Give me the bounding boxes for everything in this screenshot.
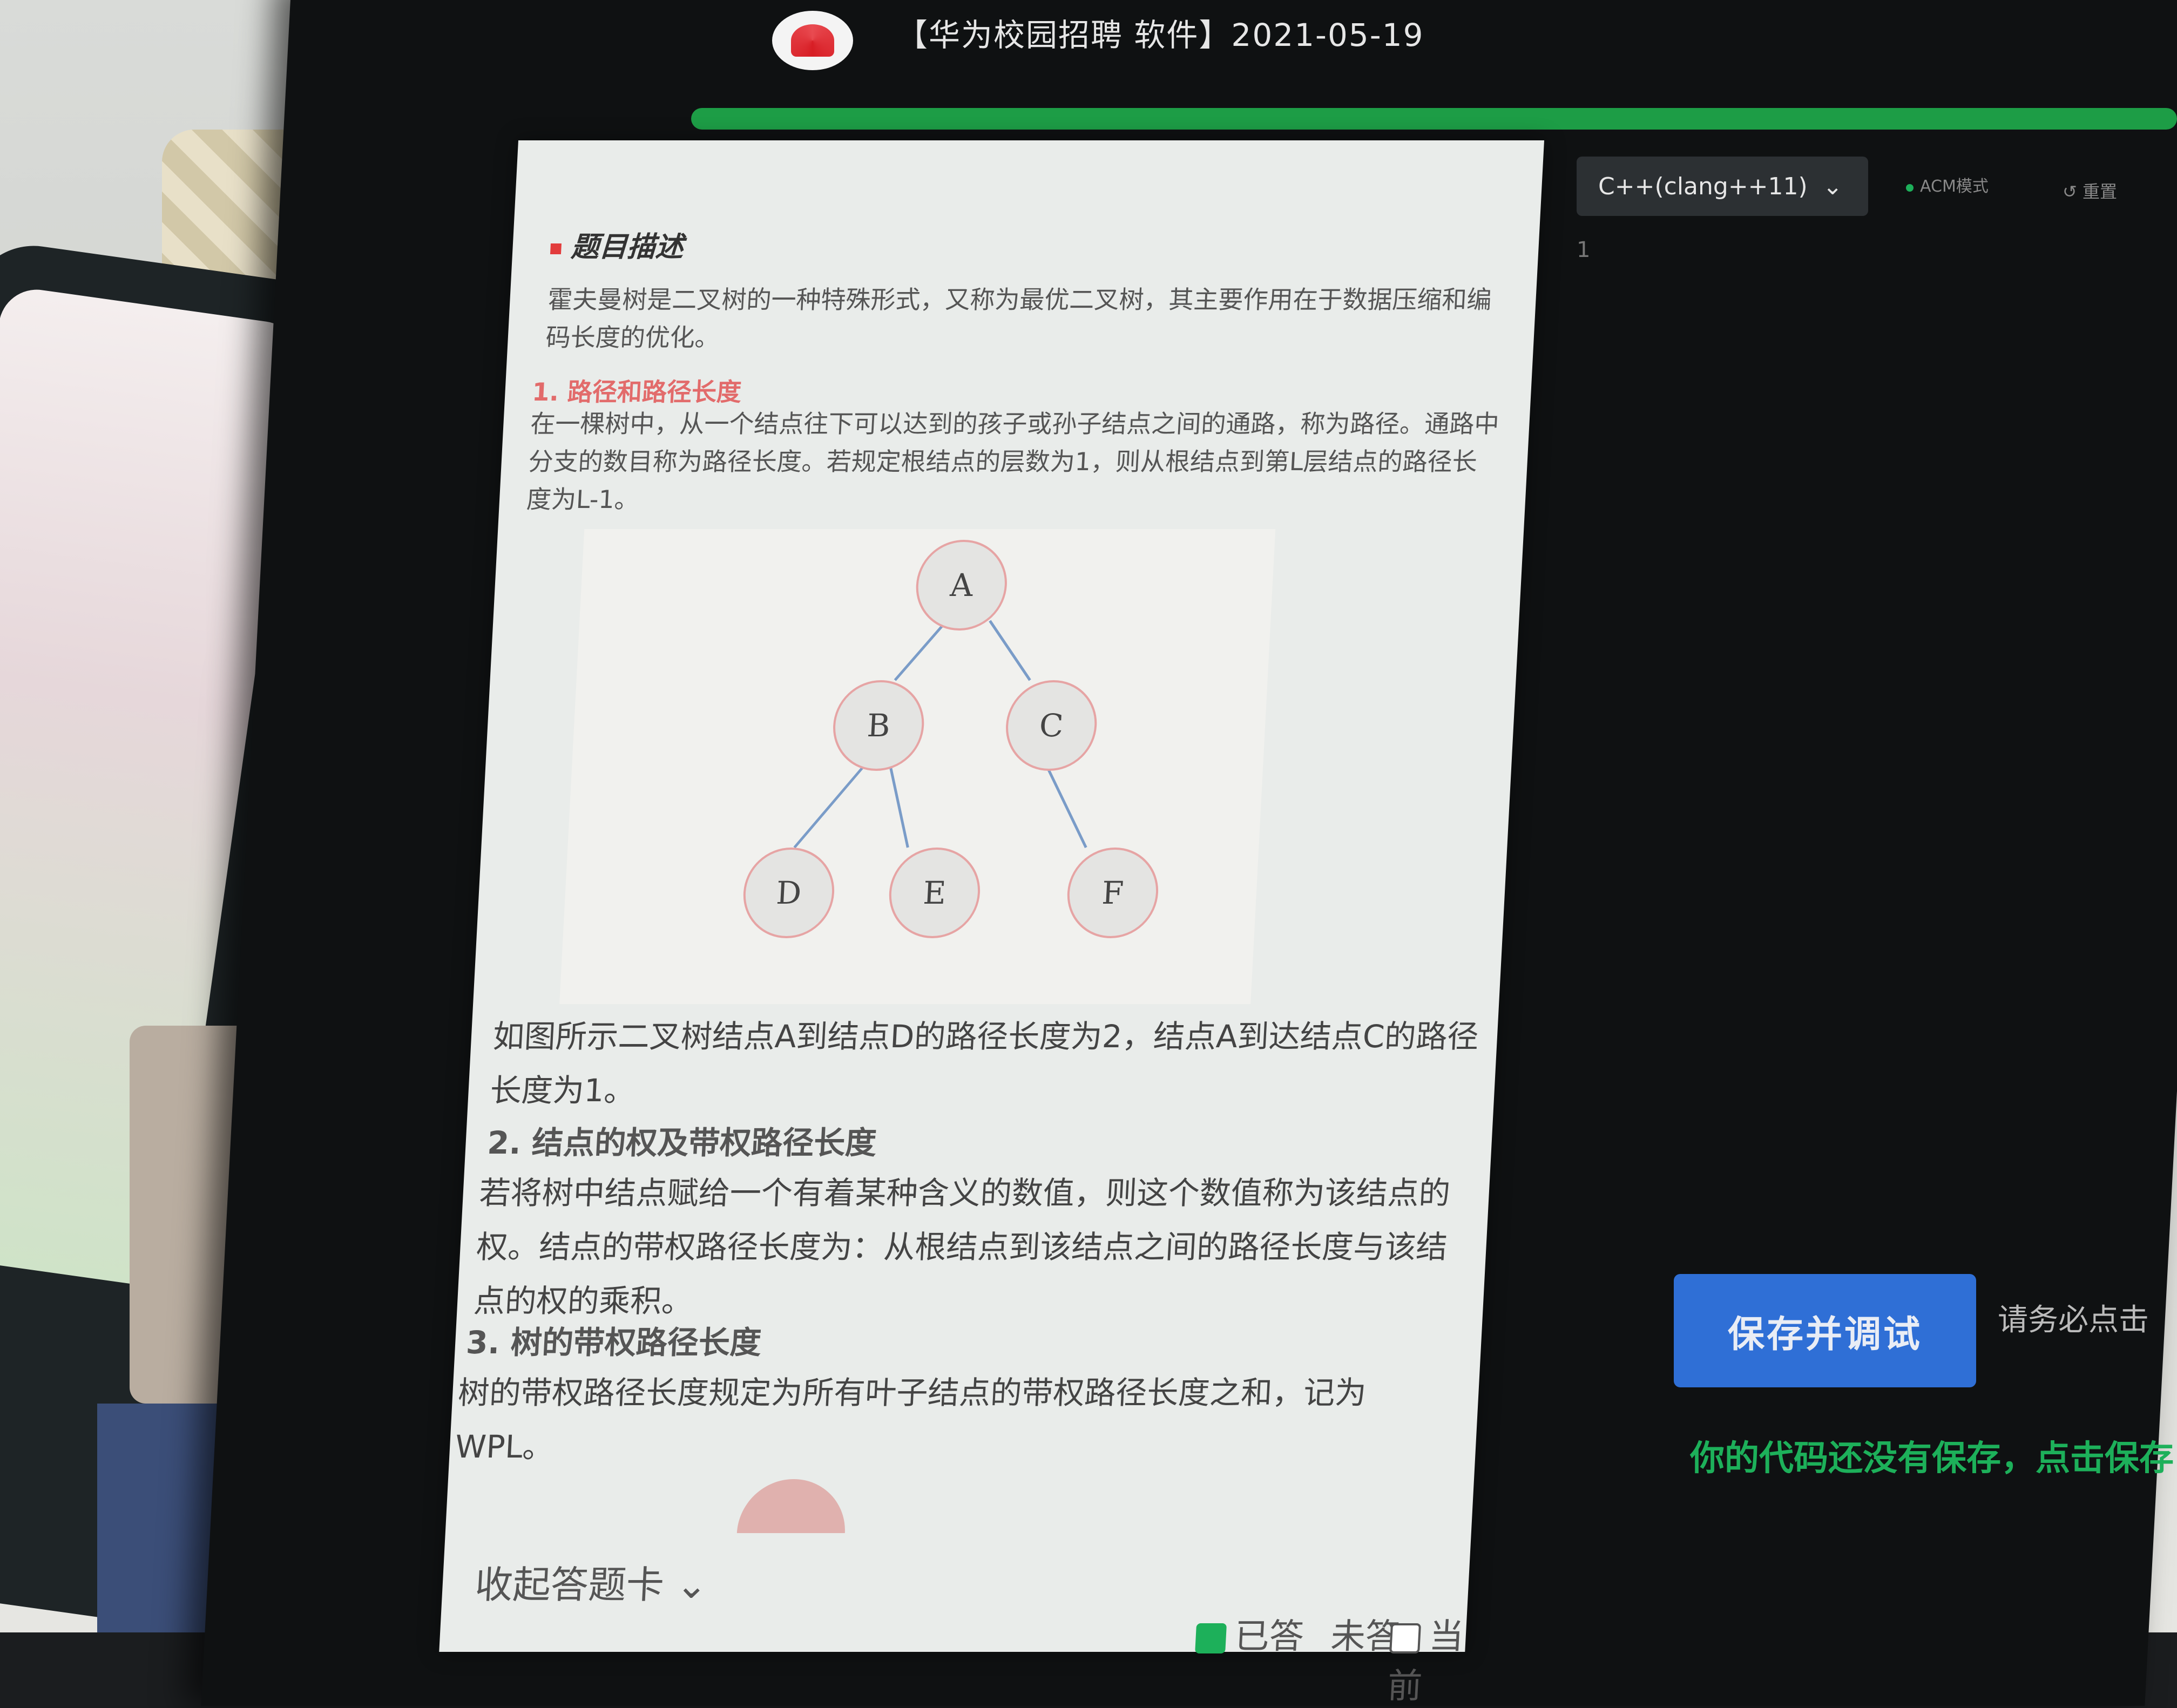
intro-paragraph: 霍夫曼树是二叉树的一种特殊形式，又称为最优二叉树，其主要作用在于数据压缩和编码长… [545, 285, 1492, 352]
legend-answered: 已答 [1195, 1609, 1306, 1658]
heading-weight: 2. 结点的权及带权路径长度 [486, 1124, 878, 1161]
chevron-down-icon: ⌄ [1822, 172, 1843, 200]
example-paragraph: 如图所示二叉树结点A到结点D的路径长度为2，结点A到达结点C的路径长度为1。 [489, 1018, 1480, 1109]
save-and-debug-button[interactable]: 保存并调试 [1674, 1274, 1976, 1387]
answered-swatch-icon [1195, 1623, 1227, 1654]
section-title: 题目描述 [550, 224, 685, 265]
scroll-up-handle[interactable] [736, 1479, 848, 1533]
heading-path: 1. 路径和路径长度 [531, 377, 742, 406]
legend-answered-label: 已答 [1233, 1617, 1305, 1657]
current-swatch-icon [1389, 1623, 1422, 1654]
path-paragraph: 在一棵树中，从一个结点往下可以达到的孩子或孙子结点之间的通路，称为路径。通路中分… [525, 409, 1500, 514]
hint-text: 请务必点击 [1998, 1303, 2149, 1338]
language-select[interactable]: C++(clang++11) ⌄ [1577, 157, 1868, 216]
reset-label: 重置 [2082, 181, 2117, 202]
wpl-paragraph: 树的带权路径长度规定为所有叶子结点的带权路径长度之和，记为WPL。 [454, 1374, 1368, 1465]
legend-current: 当前 [1387, 1609, 1468, 1708]
section-title-text: 题目描述 [570, 231, 685, 263]
language-select-value: C++(clang++11) [1598, 172, 1808, 200]
huawei-logo-icon [772, 11, 853, 70]
acm-mode-indicator[interactable]: ACM模式 [1906, 173, 1989, 196]
progress-fill [691, 108, 2177, 130]
acm-mode-label: ACM模式 [1920, 177, 1989, 196]
binary-tree-diagram: A B C D E F [559, 529, 1276, 1004]
status-dot-icon [1906, 184, 1914, 192]
unsaved-warning: 你的代码还没有保存，点击保存 [1690, 1439, 2174, 1479]
problem-panel: 题目描述 霍夫曼树是二叉树的一种特殊形式，又称为最优二叉树，其主要作用在于数据压… [439, 140, 1544, 1706]
heading-wpl: 3. 树的带权路径长度 [465, 1324, 762, 1361]
weight-paragraph: 若将树中结点赋给一个有着某种含义的数值，则这个数值称为该结点的权。结点的带权路径… [472, 1175, 1451, 1319]
collapse-answer-card-button[interactable]: 收起答题卡 ⌄ [474, 1555, 709, 1609]
reset-icon: ↺ [2063, 181, 2077, 202]
chevron-down-icon: ⌄ [674, 1563, 709, 1607]
line-number: 1 [1577, 238, 1591, 262]
reset-button[interactable]: ↺ 重置 [2063, 178, 2117, 203]
progress-bar [691, 108, 2177, 130]
collapse-label: 收起答题卡 [474, 1563, 665, 1607]
page-title: 【华为校园招聘 软件】2021-05-19 [896, 17, 1424, 53]
bullet-icon [550, 243, 562, 254]
